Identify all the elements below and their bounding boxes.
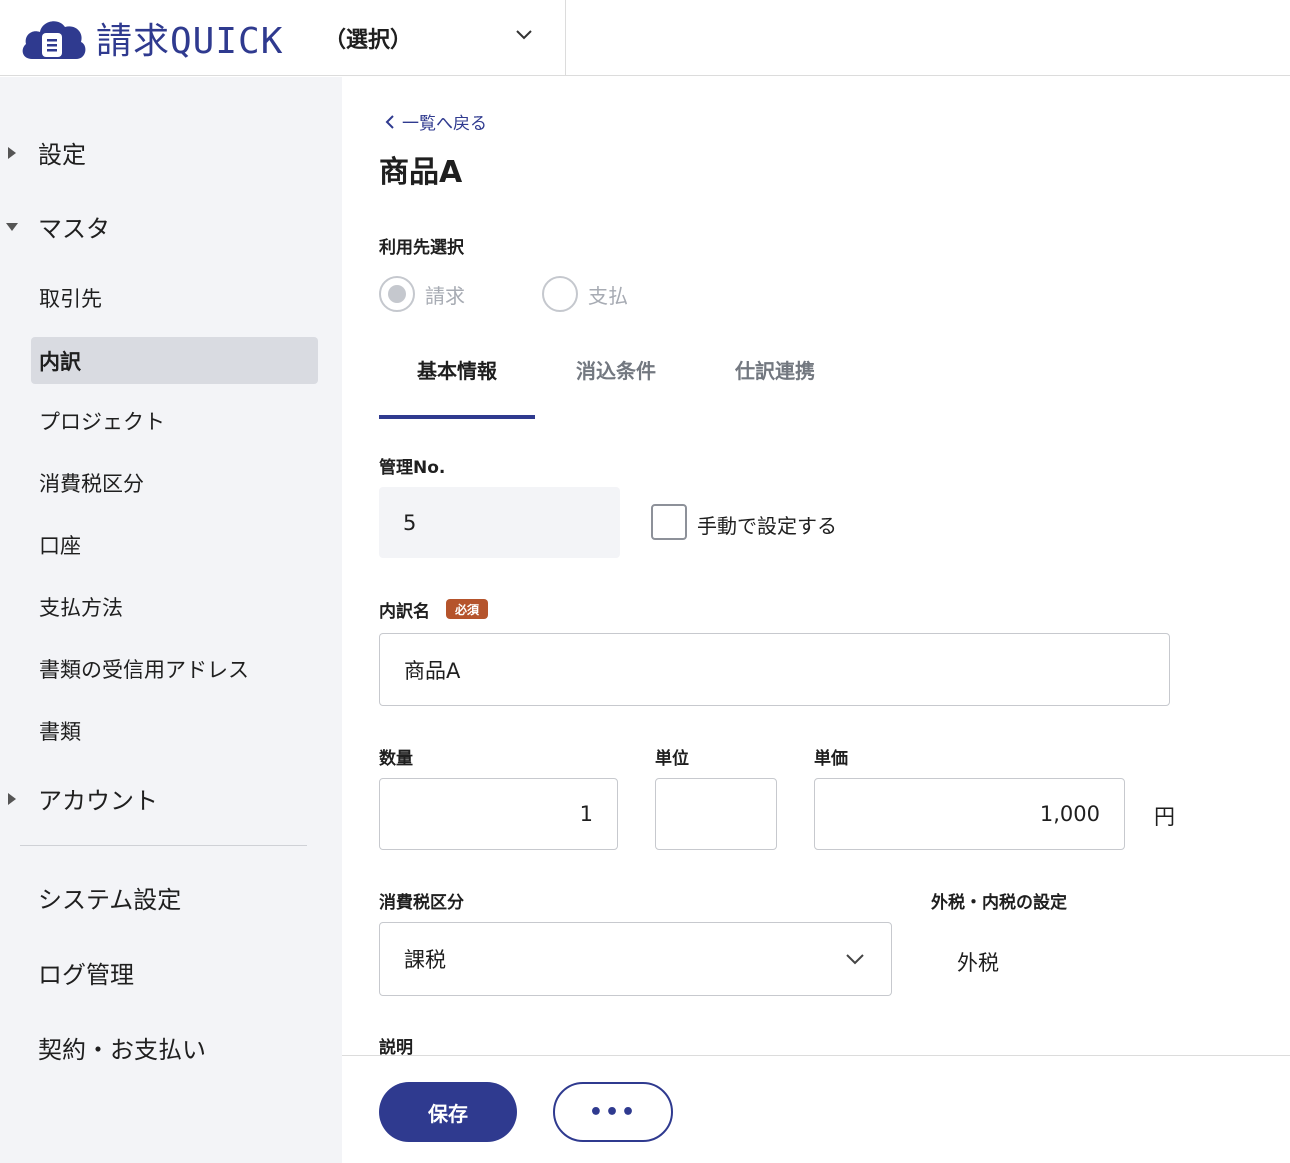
- radio-payment[interactable]: 支払: [542, 276, 628, 312]
- caret-right-icon: [8, 146, 16, 159]
- save-button[interactable]: 保存: [379, 1082, 517, 1142]
- action-footer: 保存 •••: [342, 1055, 1290, 1163]
- radio-payment-label: 支払: [588, 283, 628, 308]
- quantity-label: 数量: [379, 749, 413, 769]
- tab-reconcile-conditions[interactable]: 消込条件: [538, 355, 694, 419]
- sidebar-item-documents[interactable]: 書類: [31, 707, 318, 754]
- radio-circle: [379, 276, 415, 312]
- sidebar-divider: [20, 845, 307, 846]
- sidebar-item-clients[interactable]: 取引先: [31, 274, 318, 321]
- radio-billing[interactable]: 請求: [379, 276, 465, 312]
- sidebar-section-account[interactable]: アカウント: [0, 781, 330, 816]
- tax-category-value: 課税: [404, 948, 446, 972]
- tab-basic-info[interactable]: 基本情報: [379, 355, 535, 419]
- active-tab-indicator: [379, 415, 535, 419]
- sidebar-section-settings[interactable]: 設定: [0, 135, 330, 170]
- sidebar-item-payment-methods[interactable]: 支払方法: [31, 583, 318, 630]
- organization-select-value: （選択）: [324, 28, 413, 53]
- caret-right-icon: [8, 792, 16, 805]
- radio-dot: [388, 285, 406, 303]
- sidebar-item-contract-payment[interactable]: 契約・お支払い: [38, 1030, 206, 1065]
- radio-billing-label: 請求: [425, 283, 465, 308]
- sidebar-section-label: 設定: [38, 141, 86, 169]
- usage-label: 利用先選択: [379, 238, 464, 258]
- tax-mode-label: 外税・内税の設定: [931, 893, 1067, 913]
- quantity-field[interactable]: 1: [379, 778, 618, 850]
- manual-setting-label: 手動で設定する: [697, 514, 837, 538]
- sidebar-item-tax-category[interactable]: 消費税区分: [31, 459, 318, 506]
- sidebar-item-accounts[interactable]: 口座: [31, 521, 318, 568]
- unit-label: 単位: [655, 749, 689, 769]
- sidebar-section-label: マスタ: [38, 215, 110, 243]
- unit-price-field[interactable]: 1,000: [814, 778, 1125, 850]
- unit-price-label: 単価: [814, 749, 848, 769]
- sidebar: 設定 マスタ 取引先 内訳 プロジェクト 消費税区分 口座 支払方法 書類の受信…: [0, 77, 342, 1163]
- more-options-button[interactable]: •••: [553, 1082, 673, 1142]
- tax-category-select[interactable]: 課税: [379, 922, 892, 996]
- required-badge: 必須: [446, 599, 488, 619]
- sidebar-item-log-management[interactable]: ログ管理: [38, 955, 134, 990]
- sidebar-item-system-settings[interactable]: システム設定: [38, 880, 181, 915]
- manual-setting-checkbox[interactable]: [651, 504, 687, 540]
- organization-select[interactable]: （選択）: [310, 0, 566, 76]
- app-name: 請求QUICK: [96, 21, 284, 62]
- management-no-field[interactable]: 5: [379, 487, 620, 558]
- chevron-down-icon: [846, 954, 864, 965]
- management-no-label: 管理No.: [379, 458, 446, 478]
- cloud-document-icon: [22, 21, 86, 59]
- chevron-left-icon: [385, 114, 394, 129]
- tab-journal-link[interactable]: 仕訳連携: [697, 355, 853, 419]
- unit-field[interactable]: [655, 778, 777, 850]
- app-logo[interactable]: 請求QUICK: [18, 12, 283, 64]
- page-title: 商品A: [379, 155, 463, 190]
- sidebar-section-label: アカウント: [38, 787, 158, 815]
- back-link[interactable]: 一覧へ戻る: [382, 109, 487, 134]
- chevron-down-icon: [516, 30, 532, 40]
- item-name-field[interactable]: 商品A: [379, 633, 1170, 706]
- main-content: 一覧へ戻る 商品A 利用先選択 請求 支払 基本情報 消込条件 仕訳連携 管理N…: [342, 77, 1290, 1163]
- tax-mode-value: 外税: [957, 951, 999, 975]
- tax-category-label: 消費税区分: [379, 893, 464, 913]
- item-name-label: 内訳名: [379, 602, 430, 622]
- back-link-label: 一覧へ戻る: [402, 114, 487, 134]
- app-header: 請求QUICK （選択）: [0, 0, 1290, 76]
- sidebar-item-projects[interactable]: プロジェクト: [31, 397, 318, 444]
- sidebar-item-breakdown[interactable]: 内訳: [31, 337, 318, 384]
- caret-down-icon: [6, 222, 18, 231]
- currency-label: 円: [1154, 805, 1175, 829]
- sidebar-section-master[interactable]: マスタ: [0, 209, 330, 244]
- radio-circle: [542, 276, 578, 312]
- sidebar-item-receive-address[interactable]: 書類の受信用アドレス: [31, 645, 318, 692]
